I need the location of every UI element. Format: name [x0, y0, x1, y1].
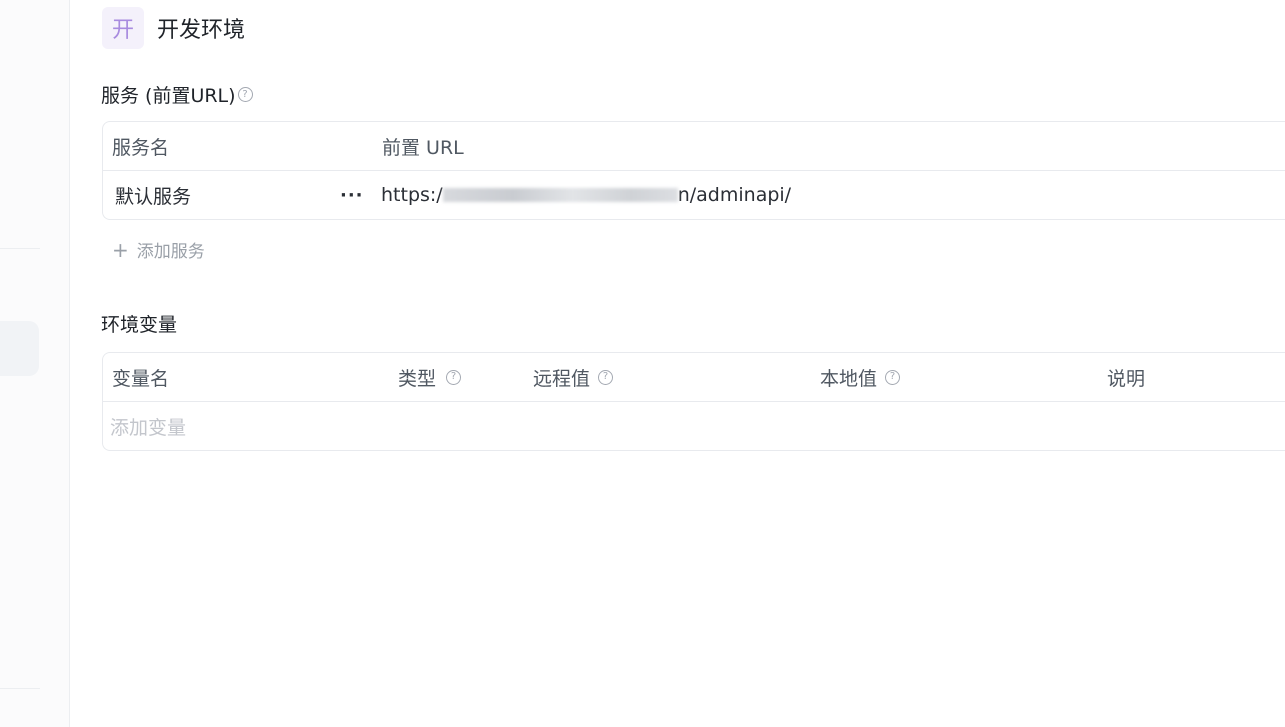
sidebar: [0, 0, 70, 727]
environment-avatar: 开: [102, 7, 144, 49]
url-suffix: n/adminapi/: [677, 184, 792, 206]
question-circle-icon[interactable]: ?: [237, 87, 253, 102]
column-header-prefix-url: 前置 URL: [382, 136, 464, 159]
services-table: 服务名 前置 URL 默认服务 ··· https:/ n/adminapi/: [102, 121, 1285, 220]
sidebar-selected-item[interactable]: [0, 321, 39, 376]
add-service-label: 添加服务: [136, 242, 205, 262]
column-header-type-label: 类型: [398, 367, 437, 390]
column-header-description: 说明: [1107, 367, 1146, 390]
sidebar-divider: [0, 688, 40, 689]
more-horizontal-icon[interactable]: ···: [340, 171, 364, 219]
services-title-text: 服务 (前置URL): [101, 85, 236, 107]
main-content: 开 开发环境 服务 (前置URL) ? 服务名 前置 URL 默认服务 ··· …: [70, 0, 1285, 727]
environment-title[interactable]: 开发环境: [157, 12, 245, 44]
variables-table: 变量名 类型 ? 远程值 ? 本地值 ? 说明 添加变量: [102, 352, 1285, 451]
column-header-local-value-label: 本地值: [820, 367, 878, 390]
plus-icon: +: [112, 237, 129, 262]
service-url-cell[interactable]: https:/ n/adminapi/: [381, 171, 791, 219]
column-header-remote-value: 远程值 ?: [533, 353, 614, 401]
services-section-title: 服务 (前置URL) ?: [101, 81, 253, 108]
variables-section-title: 环境变量: [101, 314, 178, 336]
url-prefix: https:/: [381, 184, 443, 206]
service-name-cell[interactable]: 默认服务: [115, 171, 191, 219]
variables-table-header: 变量名 类型 ? 远程值 ? 本地值 ? 说明: [103, 353, 1285, 402]
sidebar-divider: [0, 248, 40, 249]
column-header-type: 类型 ?: [398, 353, 462, 401]
column-header-variable-name: 变量名: [112, 367, 170, 390]
column-header-service-name: 服务名: [112, 136, 170, 159]
add-variable-row[interactable]: 添加变量: [103, 402, 1285, 450]
redacted-url-part: [442, 188, 678, 202]
add-variable-input[interactable]: 添加变量: [110, 402, 186, 450]
column-header-local-value: 本地值 ?: [820, 353, 901, 401]
table-row[interactable]: 默认服务 ··· https:/ n/adminapi/: [103, 171, 1285, 219]
question-circle-icon[interactable]: ?: [446, 369, 462, 385]
services-table-header: 服务名 前置 URL: [103, 122, 1285, 171]
column-header-remote-value-label: 远程值: [533, 367, 591, 390]
add-service-button[interactable]: + 添加服务: [112, 237, 205, 263]
environment-header: 开 开发环境: [102, 7, 245, 49]
question-circle-icon[interactable]: ?: [598, 369, 614, 385]
question-circle-icon[interactable]: ?: [885, 369, 901, 385]
